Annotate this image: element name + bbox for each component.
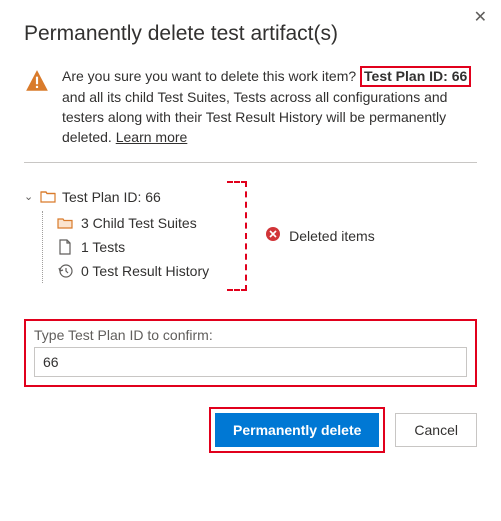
warning-message: Are you sure you want to delete this wor…: [62, 66, 477, 148]
dialog-footer: Permanently delete Cancel: [24, 407, 477, 453]
warning-icon: [24, 68, 50, 148]
tree-area: ⌄ Test Plan ID: 66 3 Child Test Suites 1…: [24, 181, 477, 291]
warning-row: Are you sure you want to delete this wor…: [24, 66, 477, 148]
document-icon: [57, 239, 73, 255]
tree-item-suites[interactable]: 3 Child Test Suites: [57, 211, 209, 235]
msg-highlight: Test Plan ID: 66: [360, 66, 471, 87]
tree-item-label: 1 Tests: [81, 239, 125, 255]
annotation-bracket: [227, 181, 247, 291]
tree-children: 3 Child Test Suites 1 Tests 0 Test Resul…: [42, 211, 209, 283]
artifact-tree: ⌄ Test Plan ID: 66 3 Child Test Suites 1…: [24, 189, 209, 283]
error-circle-icon: [265, 226, 281, 245]
separator: [24, 162, 477, 163]
folder-icon: [57, 215, 73, 231]
permanently-delete-button[interactable]: Permanently delete: [215, 413, 379, 447]
deleted-items-label: Deleted items: [265, 226, 375, 245]
history-icon: [57, 263, 73, 279]
chevron-down-icon: ⌄: [24, 190, 34, 203]
tree-root-label: Test Plan ID: 66: [62, 189, 161, 205]
deleted-items-text: Deleted items: [289, 228, 375, 244]
cancel-button[interactable]: Cancel: [395, 413, 477, 447]
msg-pre: Are you sure you want to delete this wor…: [62, 68, 360, 84]
folder-open-icon: [40, 189, 56, 205]
close-icon[interactable]: ✕: [474, 10, 487, 26]
tree-item-label: 3 Child Test Suites: [81, 215, 197, 231]
tree-item-label: 0 Test Result History: [81, 263, 209, 279]
confirm-label: Type Test Plan ID to confirm:: [34, 327, 467, 343]
confirm-input[interactable]: [34, 347, 467, 377]
tree-root[interactable]: ⌄ Test Plan ID: 66: [24, 189, 209, 205]
confirm-block: Type Test Plan ID to confirm:: [24, 319, 477, 387]
tree-item-tests[interactable]: 1 Tests: [57, 235, 209, 259]
tree-item-history[interactable]: 0 Test Result History: [57, 259, 209, 283]
dialog-title: Permanently delete test artifact(s): [24, 22, 477, 46]
primary-button-highlight: Permanently delete: [209, 407, 385, 453]
learn-more-link[interactable]: Learn more: [116, 129, 188, 145]
